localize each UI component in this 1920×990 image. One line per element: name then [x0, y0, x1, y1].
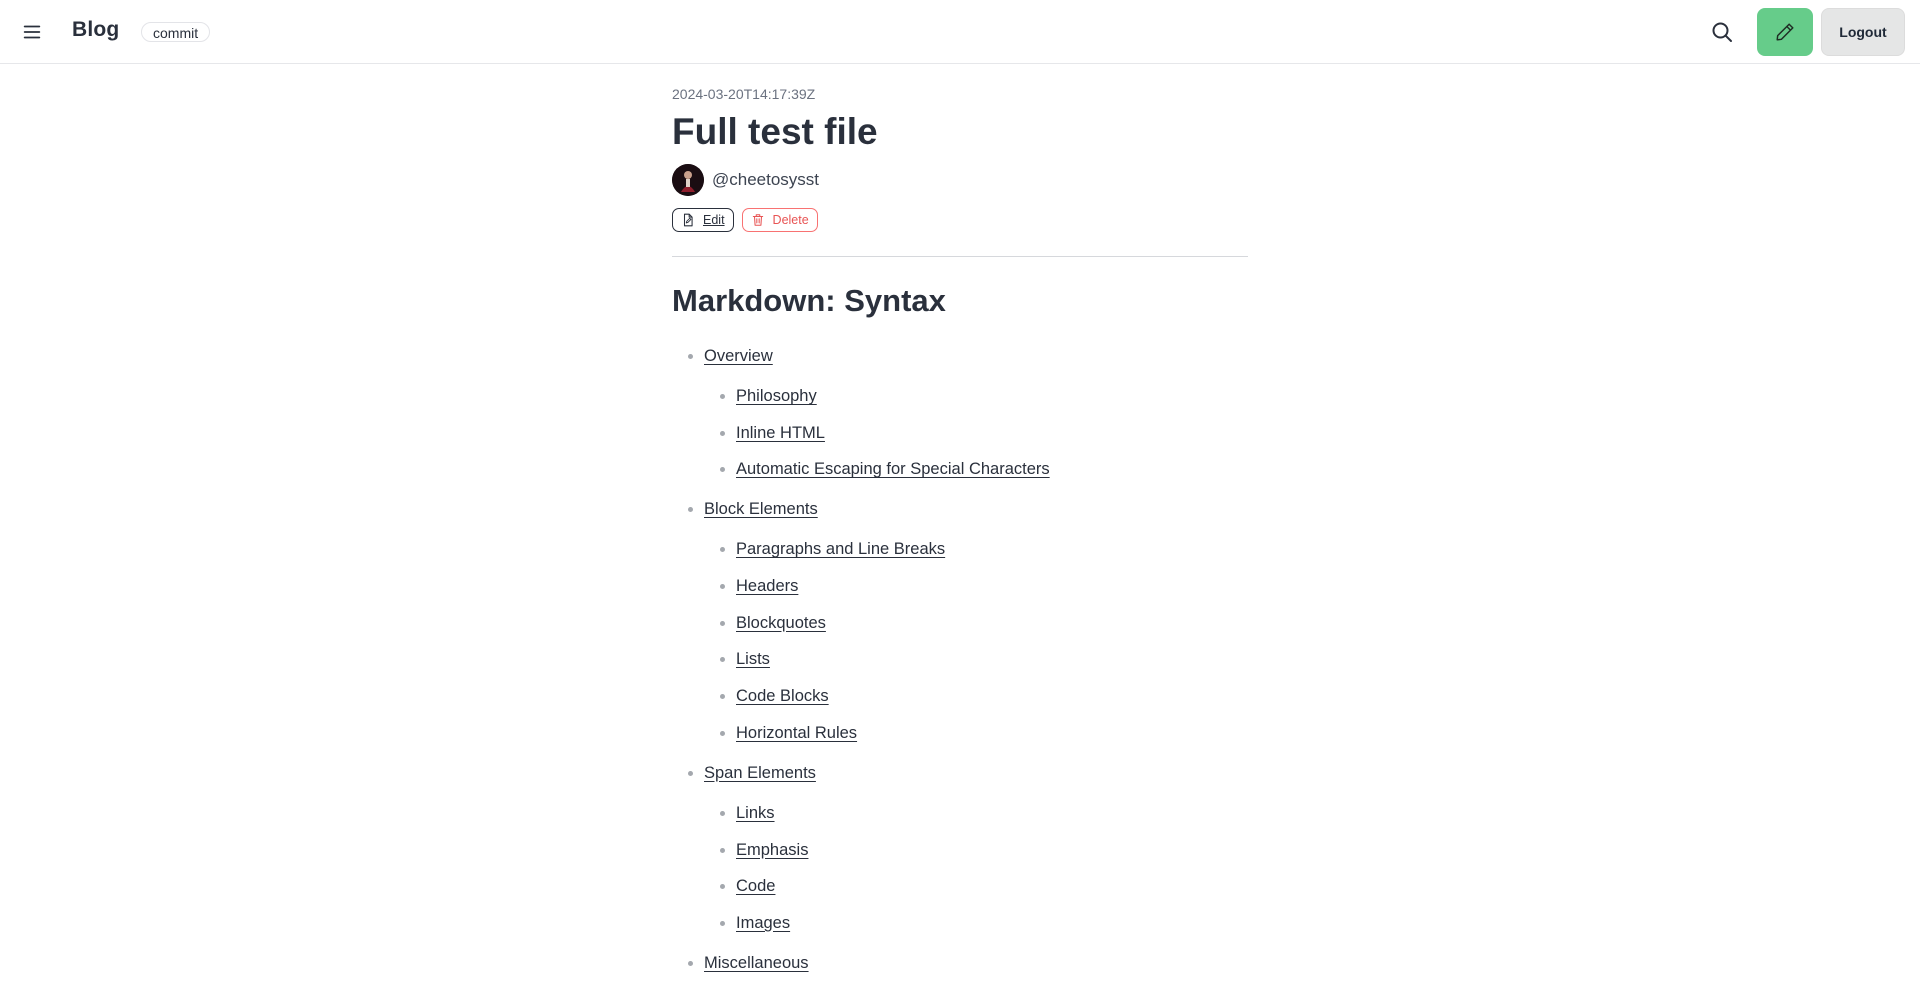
toc-link-block-elements[interactable]: Block Elements: [704, 500, 818, 518]
toc-subitem: Links: [736, 800, 1248, 826]
toc-subitem: Emphasis: [736, 837, 1248, 863]
toc-link-lists[interactable]: Lists: [736, 650, 770, 668]
toc-link-paragraphs[interactable]: Paragraphs and Line Breaks: [736, 540, 945, 558]
toc-subitem: Lists: [736, 646, 1248, 672]
toc-subitem: Horizontal Rules: [736, 720, 1248, 746]
header-divider: [672, 256, 1248, 257]
toc-sublist: Paragraphs and Line Breaks Headers Block…: [704, 536, 1248, 745]
commit-badge: commit: [141, 22, 211, 42]
post-date: 2024-03-20T14:17:39Z: [672, 86, 816, 102]
search-button[interactable]: [1706, 16, 1738, 48]
toc-subitem: Code: [736, 873, 1248, 899]
delete-button[interactable]: Delete: [741, 208, 818, 232]
toc-item: Block Elements Paragraphs and Line Break…: [704, 496, 1248, 745]
toc-subitem: Images: [736, 910, 1248, 936]
toc-subitem: Automatic Escaping for Special Character…: [736, 456, 1248, 482]
delete-button-label: Delete: [772, 213, 809, 227]
toc-subitem: Blockquotes: [736, 610, 1248, 636]
new-post-button[interactable]: [1757, 8, 1813, 56]
content-heading: Markdown: Syntax: [672, 283, 946, 318]
edit-document-icon: [683, 213, 693, 227]
toc-link-code[interactable]: Code: [736, 877, 775, 895]
toc-subitem: Code Blocks: [736, 683, 1248, 709]
toc-sublist: Philosophy Inline HTML Automatic Escapin…: [704, 383, 1248, 482]
toc-subitem: Paragraphs and Line Breaks: [736, 536, 1248, 562]
avatar-image: [672, 164, 704, 196]
toc-link-links[interactable]: Links: [736, 804, 775, 822]
search-icon: [1712, 22, 1732, 42]
toc-subitem: Inline HTML: [736, 420, 1248, 446]
toc-link-inline-html[interactable]: Inline HTML: [736, 424, 825, 442]
table-of-contents: Overview Philosophy Inline HTML Automati…: [672, 343, 1248, 976]
post-article: 2024-03-20T14:17:39Z Full test file @che…: [672, 84, 1248, 990]
top-navbar: Blog commit Logout: [0, 0, 1920, 64]
trash-icon: [752, 214, 763, 226]
toc-link-blockquotes[interactable]: Blockquotes: [736, 614, 826, 632]
edit-button[interactable]: Edit: [672, 208, 734, 232]
author-row: @cheetosysst: [672, 164, 1248, 196]
logout-button[interactable]: Logout: [1821, 8, 1905, 56]
toc-link-headers[interactable]: Headers: [736, 577, 798, 595]
toc-link-span-elements[interactable]: Span Elements: [704, 764, 816, 782]
edit-button-label: Edit: [703, 213, 725, 227]
author-handle[interactable]: @cheetosysst: [712, 170, 819, 190]
post-actions: Edit Delete: [672, 208, 1248, 232]
hamburger-menu-icon: [23, 25, 41, 39]
toc-link-horizontal-rules[interactable]: Horizontal Rules: [736, 724, 857, 742]
pencil-icon: [1776, 23, 1794, 41]
toc-sublist: Links Emphasis Code Images: [704, 800, 1248, 936]
toc-link-automatic-escaping[interactable]: Automatic Escaping for Special Character…: [736, 460, 1050, 478]
toc-link-overview[interactable]: Overview: [704, 347, 773, 365]
toc-link-images[interactable]: Images: [736, 914, 790, 932]
toc-subitem: Philosophy: [736, 383, 1248, 409]
menu-button[interactable]: [16, 16, 48, 48]
toc-link-code-blocks[interactable]: Code Blocks: [736, 687, 829, 705]
post-title: Full test file: [672, 111, 878, 152]
toc-item: Span Elements Links Emphasis Code Images: [704, 760, 1248, 936]
brand-link[interactable]: Blog: [72, 18, 119, 42]
avatar[interactable]: [672, 164, 704, 196]
toc-link-philosophy[interactable]: Philosophy: [736, 387, 817, 405]
toc-link-emphasis[interactable]: Emphasis: [736, 841, 808, 859]
toc-item: Overview Philosophy Inline HTML Automati…: [704, 343, 1248, 482]
toc-subitem: Headers: [736, 573, 1248, 599]
